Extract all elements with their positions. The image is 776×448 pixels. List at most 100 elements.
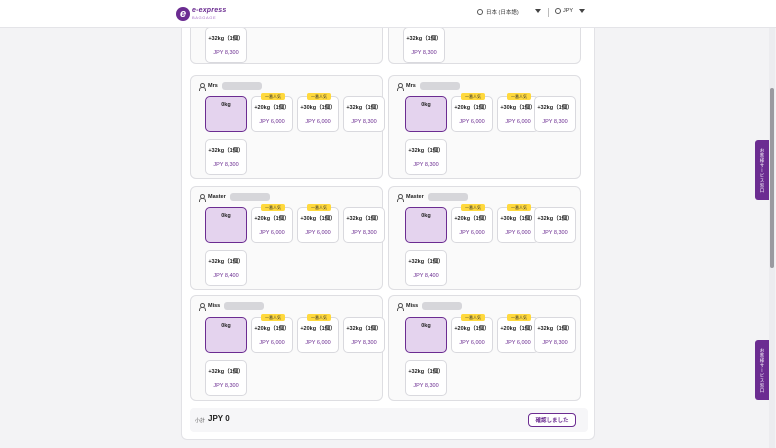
option-0kg[interactable]: 0kg	[205, 207, 247, 243]
subtotal-value: JPY 0	[208, 414, 230, 423]
option-32kg[interactable]: +32kg（1個） JPY 8,300	[534, 96, 576, 132]
currency-label: JPY	[563, 8, 574, 14]
option-32kg[interactable]: +32kg（1個） JPY 8,300	[205, 139, 247, 175]
option-label: +32kg（1個）	[346, 216, 382, 222]
option-label: 0kg	[221, 323, 231, 329]
option-label: 0kg	[221, 102, 231, 108]
subtotal-label: 小計	[195, 418, 206, 424]
option-label: +32kg（1個）	[208, 36, 244, 42]
option-label: +32kg（1個）	[408, 148, 444, 154]
option-label: 0kg	[221, 213, 231, 219]
option-label: +20kg（1個）	[254, 326, 290, 332]
option-30kg[interactable]: 一番人気 +20kg（1個） JPY 6,000	[297, 314, 339, 353]
option-32kg[interactable]: +32kg（1個） JPY 8,300	[403, 28, 445, 63]
passenger-title: Miss	[406, 303, 419, 309]
option-32kg[interactable]: +32kg（1個） JPY 8,400	[405, 250, 447, 286]
subtotal-bar: 小計 JPY 0 確認しました	[190, 408, 588, 432]
option-label: +32kg（1個）	[346, 326, 382, 332]
passenger-card-partial: +32kg（1個） JPY 8,300	[388, 28, 581, 64]
option-label: +20kg（1個）	[454, 216, 490, 222]
option-label: 0kg	[421, 323, 431, 329]
chevron-down-icon[interactable]	[535, 9, 541, 13]
option-label: +30kg（1個）	[300, 105, 336, 111]
option-32kg[interactable]: +32kg（1個） JPY 8,300	[205, 28, 247, 63]
popular-badge: 一番人気	[261, 314, 285, 321]
option-price: JPY 6,000	[305, 230, 331, 236]
option-label: +20kg（1個）	[454, 105, 490, 111]
option-20kg[interactable]: 一番人気 +20kg（1個） JPY 6,000	[251, 314, 293, 353]
logo-text: e-express	[192, 7, 227, 14]
confirm-button[interactable]: 確認しました	[528, 413, 576, 427]
option-price: JPY 6,000	[505, 230, 531, 236]
passenger-title: Master	[406, 194, 424, 200]
option-32kg[interactable]: +32kg（1個） JPY 8,300	[343, 317, 385, 353]
option-price: JPY 8,300	[351, 340, 377, 346]
brand-logo[interactable]: e e-express BAGGAGE	[176, 4, 227, 24]
option-30kg[interactable]: 一番人気 +20kg（1個） JPY 6,000	[497, 314, 539, 353]
currency-selector[interactable]: JPY	[555, 8, 573, 14]
passenger-card: Miss 0kg 一番人気 +20kg（1個） JPY 6,000 一番人気 +20k…	[388, 295, 581, 401]
option-20kg[interactable]: 一番人気 +20kg（1個） JPY 6,000	[451, 204, 493, 243]
option-price: JPY 8,300	[413, 162, 439, 168]
option-label: +32kg（1個）	[537, 216, 573, 222]
option-label: +20kg（1個）	[454, 326, 490, 332]
option-price: JPY 6,000	[459, 230, 485, 236]
option-label: +32kg（1個）	[346, 105, 382, 111]
option-30kg[interactable]: 一番人気 +30kg（1個） JPY 6,000	[297, 93, 339, 132]
popular-badge: 一番人気	[461, 204, 485, 211]
option-price: JPY 8,300	[542, 230, 568, 236]
option-price: JPY 8,300	[213, 162, 239, 168]
option-20kg[interactable]: 一番人気 +20kg（1個） JPY 6,000	[451, 93, 493, 132]
option-32kg[interactable]: +32kg（1個） JPY 8,300	[534, 207, 576, 243]
option-label: 0kg	[421, 102, 431, 108]
person-icon	[397, 82, 404, 91]
region-label: 日本 (日本語)	[486, 10, 519, 16]
option-20kg[interactable]: 一番人気 +20kg（1個） JPY 6,000	[451, 314, 493, 353]
option-32kg[interactable]: +32kg（1個） JPY 8,300	[343, 207, 385, 243]
option-32kg[interactable]: +32kg（1個） JPY 8,400	[205, 250, 247, 286]
option-label: +32kg（1個）	[406, 36, 442, 42]
option-label: +32kg（1個）	[537, 326, 573, 332]
option-30kg[interactable]: 一番人気 +30kg（1個） JPY 6,000	[497, 204, 539, 243]
option-0kg[interactable]: 0kg	[205, 317, 247, 353]
option-30kg[interactable]: 一番人気 +30kg（1個） JPY 6,000	[497, 93, 539, 132]
region-selector[interactable]: 日本 (日本語)	[477, 8, 519, 16]
option-0kg[interactable]: 0kg	[405, 317, 447, 353]
option-label: +30kg（1個）	[300, 216, 336, 222]
option-20kg[interactable]: 一番人気 +20kg（1個） JPY 6,000	[251, 93, 293, 132]
option-0kg[interactable]: 0kg	[205, 96, 247, 132]
option-price: JPY 8,300	[213, 383, 239, 389]
option-0kg[interactable]: 0kg	[405, 207, 447, 243]
option-32kg[interactable]: +32kg（1個） JPY 8,300	[405, 360, 447, 396]
chevron-down-icon[interactable]	[579, 9, 585, 13]
passenger-name-redacted	[224, 302, 265, 310]
coin-icon	[555, 8, 561, 14]
option-30kg[interactable]: 一番人気 +30kg（1個） JPY 6,000	[297, 204, 339, 243]
person-icon	[199, 193, 206, 202]
option-label: +20kg（1個）	[500, 326, 536, 332]
option-price: JPY 6,000	[305, 119, 331, 125]
popular-badge: 一番人気	[261, 93, 285, 100]
option-label: +32kg（1個）	[208, 148, 244, 154]
option-32kg[interactable]: +32kg（1個） JPY 8,300	[534, 317, 576, 353]
popular-badge: 一番人気	[507, 314, 531, 321]
option-price: JPY 6,000	[505, 340, 531, 346]
option-32kg[interactable]: +32kg（1個） JPY 8,300	[405, 139, 447, 175]
option-32kg[interactable]: +32kg（1個） JPY 8,300	[205, 360, 247, 396]
option-32kg[interactable]: +32kg（1個） JPY 8,300	[343, 96, 385, 132]
option-label: +32kg（1個）	[408, 369, 444, 375]
logo-sub: BAGGAGE	[192, 15, 217, 20]
passenger-name-redacted	[427, 193, 468, 201]
side-tab-support[interactable]: お客様サービス窓口	[755, 140, 769, 200]
option-price: JPY 8,300	[351, 119, 377, 125]
passenger-card: Miss 0kg 一番人気 +20kg（1個） JPY 6,000 一番人気 +20k…	[190, 295, 385, 401]
option-20kg[interactable]: 一番人気 +20kg（1個） JPY 6,000	[251, 204, 293, 243]
scrollbar-thumb[interactable]	[770, 88, 774, 268]
option-0kg[interactable]: 0kg	[405, 96, 447, 132]
person-icon	[199, 302, 206, 311]
option-price: JPY 6,000	[459, 119, 485, 125]
option-price: JPY 8,300	[351, 230, 377, 236]
popular-badge: 一番人気	[307, 204, 331, 211]
passenger-card: Master 0kg 一番人気 +20kg（1個） JPY 6,000 一番人気 +3…	[388, 186, 581, 290]
side-tab-support[interactable]: お客様サービス窓口	[755, 340, 769, 400]
